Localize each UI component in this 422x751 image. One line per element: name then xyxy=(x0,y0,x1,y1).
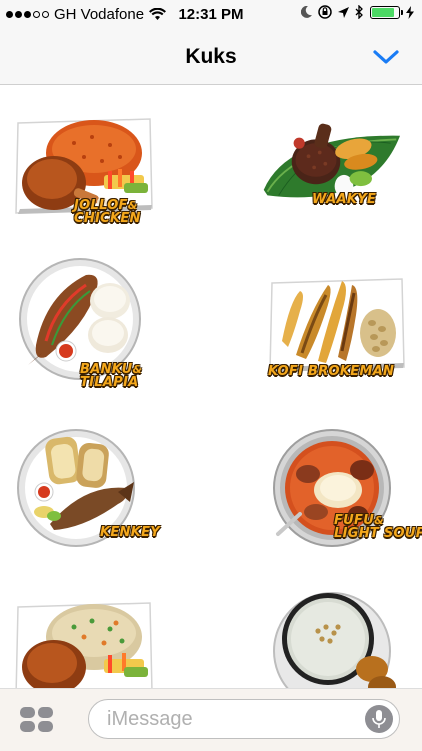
sticker-caption: KOFI BROKEMAN xyxy=(268,365,394,378)
caption-line2: CHICKEN xyxy=(74,211,141,226)
microphone-icon[interactable] xyxy=(365,705,393,733)
message-input-bar: iMessage xyxy=(0,688,422,751)
caption-line1: KENKEY xyxy=(100,525,161,540)
navigation-bar: Kuks xyxy=(0,30,422,85)
sticker-porridge-koose[interactable] xyxy=(272,592,412,688)
sticker-kofi-brokeman[interactable]: KOFI BROKEMAN xyxy=(266,271,406,396)
status-bar: GH Vodafone 12:31 PM xyxy=(0,0,422,30)
rotation-lock-icon xyxy=(318,5,332,19)
fried-rice-chicken-image xyxy=(15,602,153,688)
imessage-input[interactable]: iMessage xyxy=(88,699,400,739)
charging-bolt-icon xyxy=(406,5,414,19)
sticker-fufu-light-soup[interactable]: FUFU& LIGHT SOUP xyxy=(272,429,422,555)
sticker-waakye[interactable]: WAAKYE xyxy=(260,111,400,236)
status-right xyxy=(301,5,414,19)
sticker-caption: JOLLOF& CHICKEN xyxy=(74,199,141,225)
porridge-koose-image xyxy=(273,592,396,688)
caption-line1: KOFI BROKEMAN xyxy=(268,364,395,379)
caption-line2: TILAPIA xyxy=(80,375,139,390)
sticker-banku-tilapia[interactable]: BANKU& TILAPIA xyxy=(16,258,156,390)
sticker-caption: FUFU& LIGHT SOUP xyxy=(334,514,422,540)
sticker-jollof-chicken[interactable]: JOLLOF& CHICKEN xyxy=(12,113,153,238)
sticker-caption: BANKU& TILAPIA xyxy=(80,363,142,389)
moon-icon xyxy=(301,6,312,18)
page-title: Kuks xyxy=(185,45,237,68)
sticker-caption: KENKEY xyxy=(100,526,160,539)
caption-line2: LIGHT SOUP xyxy=(334,526,422,541)
chevron-down-icon[interactable] xyxy=(372,46,400,68)
sticker-kenkey[interactable]: KENKEY xyxy=(14,429,160,557)
sticker-fried-rice-chicken[interactable] xyxy=(12,597,153,688)
sticker-grid: JOLLOF& CHICKEN WAAKYE BANKU& TILAPIA KO… xyxy=(0,85,422,688)
imessage-placeholder: iMessage xyxy=(107,708,193,730)
sticker-caption: WAAKYE xyxy=(312,193,376,206)
location-arrow-icon xyxy=(338,6,349,18)
battery-icon xyxy=(370,5,403,19)
bluetooth-icon xyxy=(355,5,363,19)
app-drawer-icon[interactable] xyxy=(20,707,54,735)
waakye-image xyxy=(263,123,400,198)
caption-line1: WAAKYE xyxy=(312,192,377,207)
